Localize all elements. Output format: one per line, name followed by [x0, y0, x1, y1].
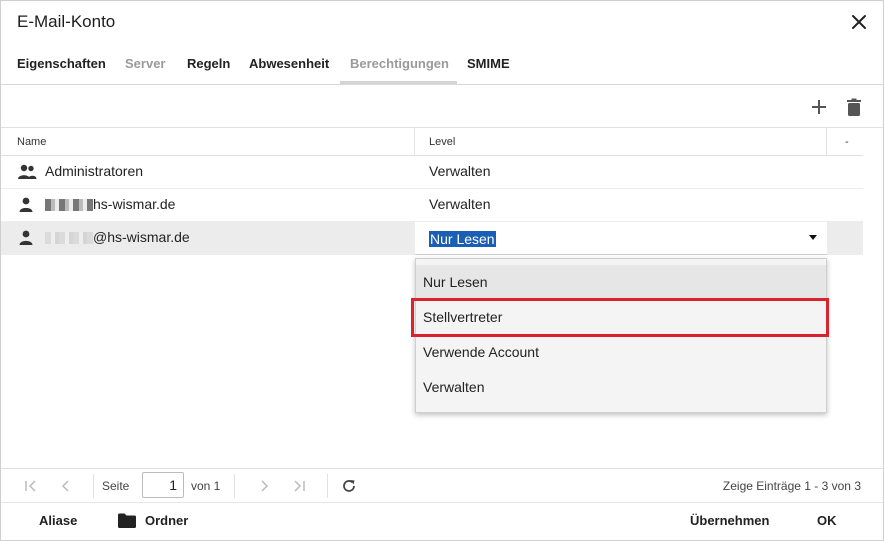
dialog-footer: Aliase Ordner Übernehmen OK: [1, 502, 883, 540]
person-icon: [17, 230, 37, 246]
row-level: Verwalten: [429, 163, 491, 179]
table-row[interactable]: Administratoren Verwalten: [1, 156, 863, 189]
last-page-icon[interactable]: [291, 478, 307, 494]
close-icon[interactable]: [849, 12, 869, 32]
tab-regeln[interactable]: Regeln: [187, 56, 230, 71]
option-verwalten[interactable]: Verwalten: [416, 370, 826, 405]
tab-abwesenheit[interactable]: Abwesenheit: [249, 56, 329, 71]
level-dropdown-list: Nur Lesen Stellvertreter Verwende Accoun…: [415, 258, 827, 413]
chevron-down-icon[interactable]: [809, 235, 817, 240]
row-name: Administratoren: [45, 163, 144, 179]
row-name-domain: hs-wismar.de: [93, 196, 176, 212]
redacted-email: [45, 199, 93, 212]
column-divider[interactable]: [826, 128, 827, 156]
active-tab-indicator: [340, 81, 457, 84]
grid-header: Name Level -: [1, 128, 863, 156]
previous-page-icon[interactable]: [58, 478, 74, 494]
redacted-email: [45, 232, 93, 245]
ok-button[interactable]: OK: [817, 513, 837, 528]
aliases-button[interactable]: Aliase: [39, 513, 77, 528]
pager-separator: [93, 474, 94, 498]
row-name-domain: @hs-wismar.de: [93, 229, 190, 245]
column-header-actions[interactable]: -: [845, 136, 849, 148]
first-page-icon[interactable]: [23, 478, 39, 494]
folders-button[interactable]: Ordner: [145, 513, 188, 528]
tab-bar: Eigenschaften Server Regeln Abwesenheit …: [1, 45, 883, 85]
email-account-dialog: E-Mail-Konto Eigenschaften Server Regeln…: [0, 0, 884, 541]
column-header-name[interactable]: Name: [17, 136, 46, 148]
tab-smime[interactable]: SMIME: [467, 56, 510, 71]
level-select[interactable]: Nur Lesen: [415, 222, 827, 255]
tab-berechtigungen[interactable]: Berechtigungen: [350, 56, 449, 71]
row-name: hs-wismar.de: [45, 196, 175, 212]
paging-summary: Zeige Einträge 1 - 3 von 3: [722, 479, 861, 493]
page-number-input[interactable]: [142, 472, 184, 498]
page-label: Seite: [102, 479, 130, 493]
tab-server[interactable]: Server: [125, 56, 165, 71]
option-stellvertreter[interactable]: Stellvertreter: [416, 300, 826, 335]
refresh-icon[interactable]: [341, 478, 357, 494]
person-icon: [17, 197, 37, 213]
table-row[interactable]: hs-wismar.de Verwalten: [1, 189, 863, 222]
dialog-title: E-Mail-Konto: [17, 12, 116, 31]
group-icon: [17, 164, 37, 180]
dialog-title-bar: E-Mail-Konto: [1, 1, 883, 45]
row-name: @hs-wismar.de: [45, 229, 190, 245]
tab-eigenschaften[interactable]: Eigenschaften: [17, 56, 106, 71]
column-divider[interactable]: [414, 128, 415, 156]
option-nur-lesen[interactable]: Nur Lesen: [416, 265, 826, 300]
page-count-label: von 1: [191, 479, 221, 493]
paging-toolbar: Seite von 1 Zeige Einträge 1 - 3 von 3: [1, 468, 883, 502]
pager-separator: [327, 474, 328, 498]
column-header-level[interactable]: Level: [429, 136, 455, 148]
trash-icon[interactable]: [843, 96, 865, 118]
pager-separator: [234, 474, 235, 498]
next-page-icon[interactable]: [256, 478, 272, 494]
plus-icon[interactable]: [808, 96, 830, 118]
row-level: Verwalten: [429, 196, 491, 212]
apply-button[interactable]: Übernehmen: [690, 513, 769, 528]
option-verwende-account[interactable]: Verwende Account: [416, 335, 826, 370]
folder-icon: [118, 513, 136, 528]
level-select-value: Nur Lesen: [429, 231, 496, 247]
permissions-toolbar: [1, 86, 883, 128]
